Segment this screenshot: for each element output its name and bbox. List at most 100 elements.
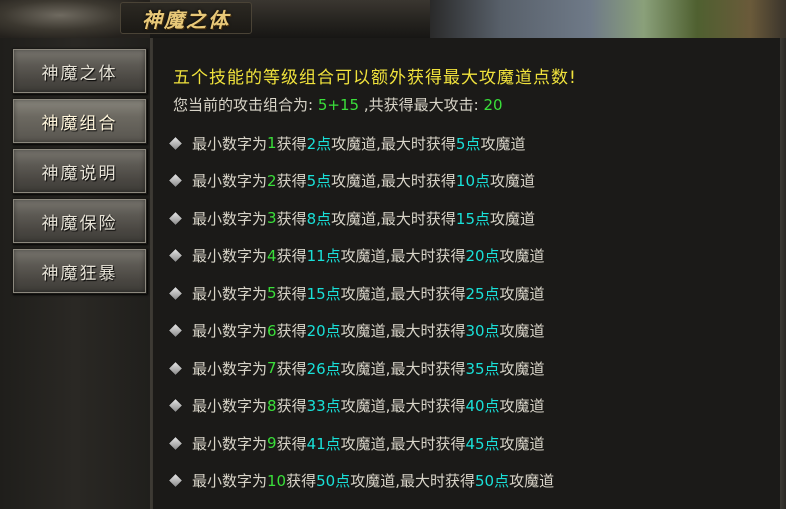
sidebar: 神魔之体 神魔组合 神魔说明 神魔保险 神魔狂暴	[0, 38, 152, 509]
diamond-bullet-icon	[169, 286, 182, 300]
rule-points: 11点	[306, 247, 341, 265]
rule-text: 最小数字为	[192, 209, 268, 228]
rule-text: 获得	[276, 209, 307, 228]
rule-text: 攻魔道,最大时获得	[340, 284, 466, 303]
rule-text: 攻魔道	[499, 397, 545, 415]
rule-text: 攻魔道	[490, 172, 536, 190]
diamond-bullet-icon	[169, 474, 182, 487]
rule-text: 攻魔道,最大时获得	[340, 359, 466, 378]
top-banner: 神魔之体	[0, 0, 786, 39]
title-plate: 神魔之体	[120, 2, 252, 34]
sidebar-item-shenmo-insurance[interactable]: 神魔保险	[12, 198, 147, 244]
rule-max-points: 45点	[465, 434, 500, 453]
rule-text: 攻魔道	[480, 134, 526, 153]
rule-text: 获得	[276, 359, 307, 378]
panel-heading: 五个技能的等级组合可以额外获得最大攻魔道点数!	[173, 68, 577, 88]
rule-points: 20点	[306, 322, 341, 340]
rule-points: 26点	[306, 359, 341, 378]
rule-text: 攻魔道	[509, 472, 555, 490]
rule-text: 攻魔道,最大时获得	[340, 322, 466, 340]
rule-points: 50点	[316, 472, 351, 490]
combo-value: 5+15	[317, 96, 360, 114]
rule-text: 攻魔道,最大时获得	[340, 247, 466, 265]
rule-row: 最小数字为 9 获得 41点 攻魔道,最大时获得 45点 攻魔道	[169, 430, 545, 456]
rule-min-number: 2	[267, 171, 277, 190]
rule-text: 最小数字为	[192, 322, 268, 340]
rule-max-points: 10点	[455, 172, 490, 190]
combo-total: 20	[483, 96, 503, 114]
rule-text: 获得	[276, 247, 307, 265]
rule-text: 获得	[276, 397, 307, 415]
sidebar-item-shenmo-body[interactable]: 神魔之体	[12, 48, 147, 94]
diamond-bullet-icon	[169, 361, 182, 375]
rule-points: 8点	[306, 209, 332, 228]
rule-min-number: 9	[267, 434, 277, 452]
rule-min-number: 1	[267, 134, 277, 152]
rule-max-points: 25点	[465, 284, 500, 303]
rule-text: 获得	[276, 284, 307, 303]
rule-row: 最小数字为 7 获得 26点 攻魔道,最大时获得 35点 攻魔道	[169, 355, 545, 381]
rule-text: 获得	[276, 134, 307, 153]
sidebar-item-shenmo-rage[interactable]: 神魔狂暴	[12, 248, 147, 294]
rule-max-points: 30点	[465, 322, 500, 340]
rule-text: 最小数字为	[192, 134, 268, 153]
rule-text: 攻魔道	[499, 322, 545, 340]
rule-text: 最小数字为	[192, 359, 268, 378]
rule-text: 攻魔道,最大时获得	[350, 472, 475, 490]
rule-text: 攻魔道	[499, 359, 545, 378]
rule-row: 最小数字为 3 获得 8点 攻魔道,最大时获得 15点 攻魔道	[169, 205, 536, 231]
rule-text: 攻魔道,最大时获得	[331, 134, 456, 153]
diamond-bullet-icon	[169, 399, 182, 412]
rule-points: 2点	[306, 134, 332, 153]
rule-text: 攻魔道,最大时获得	[340, 434, 466, 453]
rule-row: 最小数字为 10 获得 50点 攻魔道,最大时获得 50点 攻魔道	[169, 468, 555, 494]
rule-text: 获得	[276, 434, 307, 453]
scene-artwork-right	[430, 0, 786, 38]
rule-row: 最小数字为 2 获得 5点 攻魔道,最大时获得 10点 攻魔道	[169, 168, 536, 194]
window-title: 神魔之体	[142, 7, 230, 32]
rule-min-number: 7	[267, 359, 277, 377]
diamond-bullet-icon	[169, 211, 182, 225]
rule-points: 15点	[306, 284, 341, 303]
rule-text: 攻魔道	[499, 434, 545, 453]
main-panel: 五个技能的等级组合可以额外获得最大攻魔道点数! 您当前的攻击组合为: 5+15 …	[152, 38, 781, 509]
rule-max-points: 35点	[465, 359, 500, 378]
rule-row: 最小数字为 1 获得 2点 攻魔道,最大时获得 5点 攻魔道	[169, 130, 526, 156]
diamond-bullet-icon	[169, 436, 182, 450]
rule-text: 获得	[276, 322, 307, 340]
rule-text: 攻魔道	[499, 247, 545, 265]
diamond-bullet-icon	[169, 249, 182, 262]
diamond-bullet-icon	[169, 324, 182, 337]
diamond-bullet-icon	[169, 174, 182, 187]
rule-row: 最小数字为 4 获得 11点 攻魔道,最大时获得 20点 攻魔道	[169, 243, 545, 269]
panel-right-edge	[780, 38, 786, 509]
rule-points: 33点	[306, 397, 341, 415]
rule-min-number: 5	[267, 284, 277, 302]
rule-text: 最小数字为	[192, 472, 268, 490]
rule-min-number: 10	[267, 471, 287, 490]
rule-points: 41点	[306, 434, 341, 453]
combo-mid: ,共获得最大攻击:	[363, 96, 479, 114]
sidebar-item-shenmo-explain[interactable]: 神魔说明	[12, 148, 147, 194]
rule-row: 最小数字为 8 获得 33点 攻魔道,最大时获得 40点 攻魔道	[169, 393, 545, 419]
rule-row: 最小数字为 6 获得 20点 攻魔道,最大时获得 30点 攻魔道	[169, 318, 545, 344]
rule-text: 最小数字为	[192, 284, 268, 303]
rule-max-points: 50点	[475, 472, 510, 490]
rule-max-points: 15点	[455, 209, 490, 228]
combo-prefix: 您当前的攻击组合为:	[173, 96, 314, 114]
rule-text: 最小数字为	[192, 397, 268, 415]
rule-text: 最小数字为	[192, 247, 268, 265]
rule-min-number: 6	[267, 321, 277, 340]
rule-text: 获得	[286, 472, 317, 490]
rule-text: 最小数字为	[192, 172, 268, 190]
rule-text: 最小数字为	[192, 434, 268, 453]
rule-min-number: 3	[267, 209, 277, 227]
rule-points: 5点	[306, 172, 332, 190]
rule-text: 攻魔道,最大时获得	[331, 172, 456, 190]
rule-text: 攻魔道,最大时获得	[340, 397, 466, 415]
sidebar-item-shenmo-combo[interactable]: 神魔组合	[12, 98, 147, 144]
rule-text: 攻魔道,最大时获得	[331, 209, 456, 228]
rule-min-number: 4	[267, 246, 277, 265]
rule-text: 攻魔道	[490, 209, 536, 228]
rule-max-points: 5点	[455, 134, 481, 153]
